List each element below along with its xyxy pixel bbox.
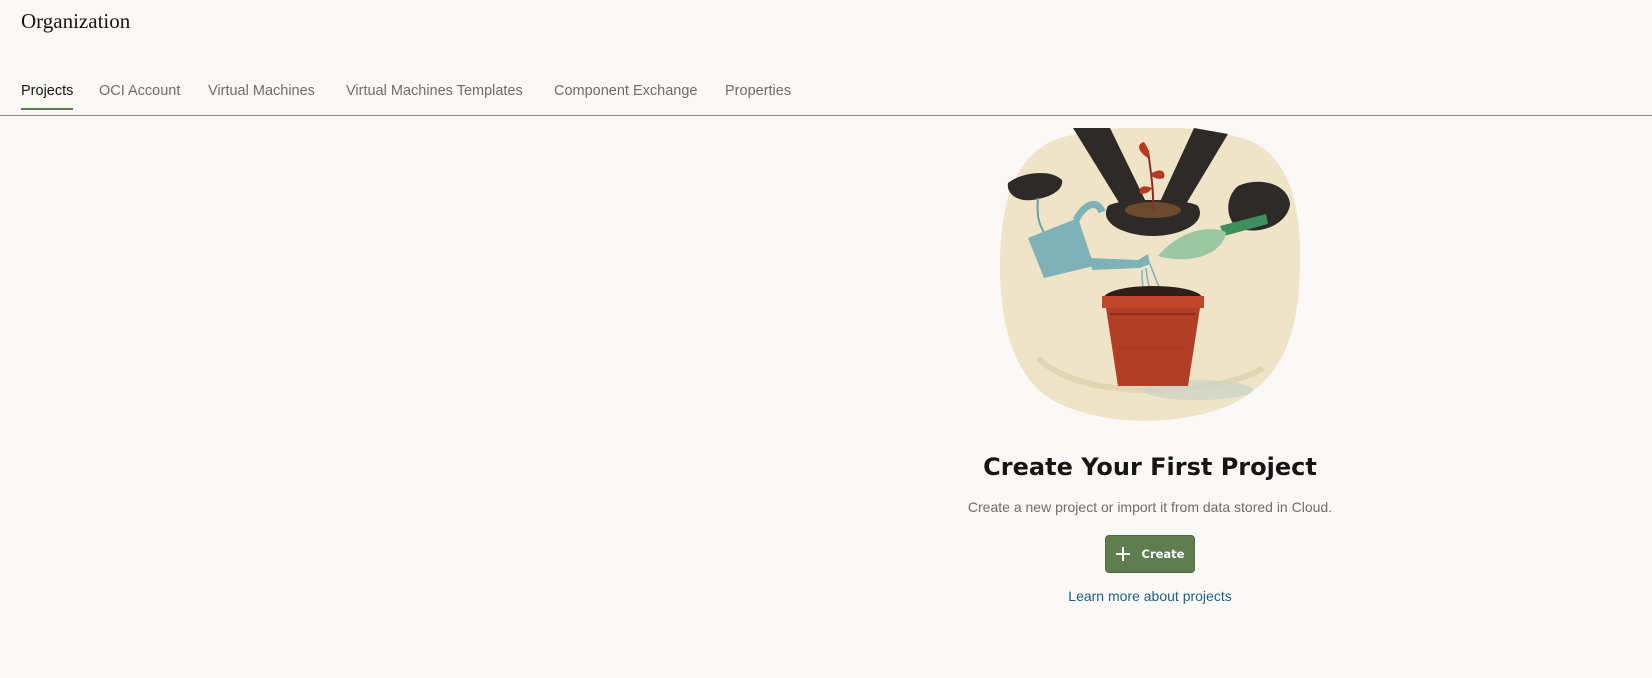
- planting-illustration: [999, 128, 1300, 421]
- tab-oci-account[interactable]: OCI Account: [99, 83, 180, 110]
- empty-state-description: Create a new project or import it from d…: [967, 499, 1333, 515]
- tab-projects[interactable]: Projects: [21, 83, 74, 110]
- create-button[interactable]: Create: [1105, 535, 1195, 573]
- page-title: Organization: [21, 9, 131, 33]
- empty-state-title: Create Your First Project: [983, 453, 1317, 481]
- tab-virtual-machines-templates[interactable]: Virtual Machines Templates: [346, 83, 523, 110]
- empty-state: Create Your First Project Create a new p…: [914, 128, 1386, 604]
- learn-more-link[interactable]: Learn more about projects: [914, 588, 1386, 604]
- tab-virtual-machines[interactable]: Virtual Machines: [208, 83, 315, 110]
- tab-component-exchange[interactable]: Component Exchange: [554, 83, 698, 110]
- create-button-label: Create: [1141, 547, 1185, 561]
- plus-icon: [1115, 547, 1130, 561]
- tab-bar: Projects OCI Account Virtual Machines Vi…: [0, 72, 1652, 116]
- tab-properties[interactable]: Properties: [725, 83, 791, 110]
